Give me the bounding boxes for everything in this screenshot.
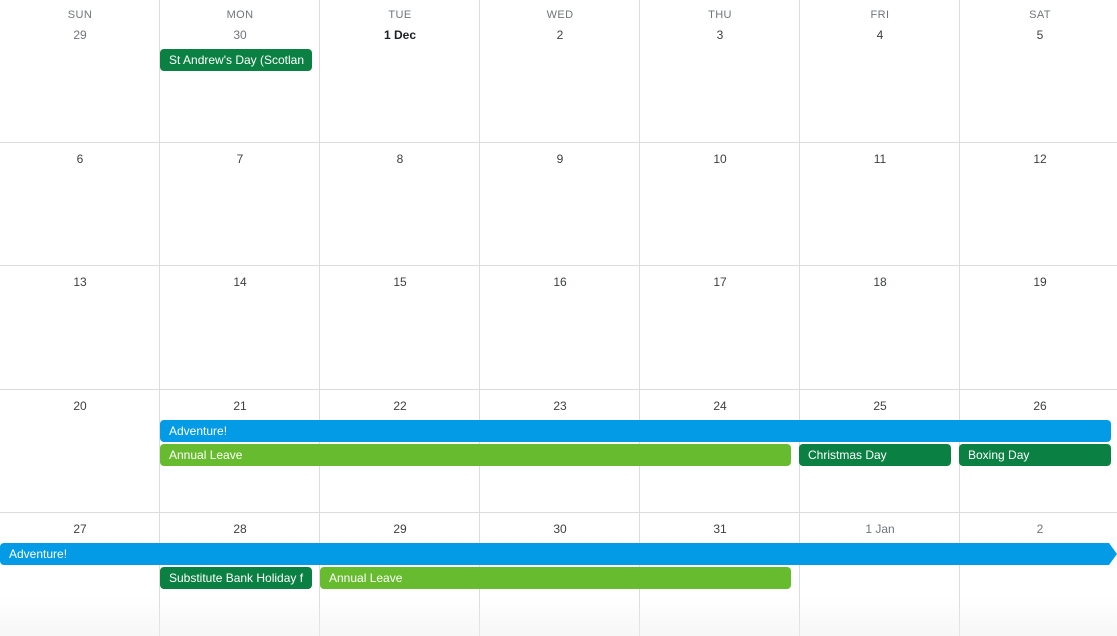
day-cell-date[interactable]: 21 xyxy=(160,398,320,414)
day-cell-date[interactable]: 9 xyxy=(480,151,640,167)
event-chip-st-andrews-day[interactable]: St Andrew's Day (Scotlan xyxy=(160,49,312,71)
weekday-header-sun: SUN xyxy=(67,9,93,21)
day-cell-date[interactable]: 11 xyxy=(800,151,960,167)
grid-row-divider xyxy=(0,265,1117,266)
day-cell-date[interactable]: 25 xyxy=(800,398,960,414)
day-cell-date[interactable]: 24 xyxy=(640,398,800,414)
day-cell-date[interactable]: 27 xyxy=(0,521,160,537)
event-chip-annual-leave[interactable]: Annual Leave xyxy=(160,444,791,466)
day-cell-date[interactable]: 29 xyxy=(0,27,160,43)
day-cell-date[interactable]: 31 xyxy=(640,521,800,537)
day-cell-date[interactable]: 1 Jan xyxy=(800,521,960,537)
grid-column-divider xyxy=(799,0,800,636)
event-chip-boxing-day[interactable]: Boxing Day xyxy=(959,444,1111,466)
day-cell-date[interactable]: 19 xyxy=(960,274,1117,290)
weekday-header-sat: SAT xyxy=(1029,9,1051,21)
event-chip-christmas-day[interactable]: Christmas Day xyxy=(799,444,951,466)
day-cell-date[interactable]: 2 xyxy=(480,27,640,43)
grid-column-divider xyxy=(639,0,640,636)
event-chip-substitute-bank-holiday[interactable]: Substitute Bank Holiday f xyxy=(160,567,312,589)
day-cell-date[interactable]: 3 xyxy=(640,27,800,43)
day-cell-date[interactable]: 13 xyxy=(0,274,160,290)
day-cell-date[interactable]: 12 xyxy=(960,151,1117,167)
month-calendar-grid: SUN MON TUE WED THU FRI SAT 29 30 1 Dec … xyxy=(0,0,1117,636)
day-cell-date[interactable]: 1 Dec xyxy=(320,27,480,43)
day-cell-date[interactable]: 20 xyxy=(0,398,160,414)
day-cell-date[interactable]: 26 xyxy=(960,398,1117,414)
day-cell-date[interactable]: 29 xyxy=(320,521,480,537)
day-cell-date[interactable]: 15 xyxy=(320,274,480,290)
weekday-header-fri: FRI xyxy=(870,9,890,21)
weekday-header-wed: WED xyxy=(546,9,574,21)
grid-row-divider xyxy=(0,142,1117,143)
weekday-header-thu: THU xyxy=(708,9,732,21)
grid-row-divider xyxy=(0,512,1117,513)
day-cell-date[interactable]: 2 xyxy=(960,521,1117,537)
day-cell-date[interactable]: 22 xyxy=(320,398,480,414)
day-cell-date[interactable]: 16 xyxy=(480,274,640,290)
event-chip-adventure[interactable]: Adventure! xyxy=(160,420,1111,442)
day-cell-date[interactable]: 4 xyxy=(800,27,960,43)
grid-column-divider xyxy=(319,0,320,636)
day-cell-date[interactable]: 10 xyxy=(640,151,800,167)
grid-column-divider xyxy=(479,0,480,636)
day-cell-date[interactable]: 17 xyxy=(640,274,800,290)
bottom-scroll-fade xyxy=(0,596,1117,636)
day-cell-date[interactable]: 28 xyxy=(160,521,320,537)
day-cell-date[interactable]: 23 xyxy=(480,398,640,414)
day-cell-date[interactable]: 8 xyxy=(320,151,480,167)
day-cell-date[interactable]: 14 xyxy=(160,274,320,290)
weekday-header-mon: MON xyxy=(226,9,254,21)
day-cell-date[interactable]: 5 xyxy=(960,27,1117,43)
grid-column-divider xyxy=(159,0,160,636)
day-cell-date[interactable]: 7 xyxy=(160,151,320,167)
event-chip-annual-leave-2[interactable]: Annual Leave xyxy=(320,567,791,589)
day-cell-date[interactable]: 30 xyxy=(480,521,640,537)
event-chip-adventure-continues[interactable]: Adventure! xyxy=(0,543,1117,565)
grid-row-divider xyxy=(0,389,1117,390)
day-cell-date[interactable]: 30 xyxy=(160,27,320,43)
day-cell-date[interactable]: 6 xyxy=(0,151,160,167)
grid-column-divider xyxy=(959,0,960,636)
day-cell-date[interactable]: 18 xyxy=(800,274,960,290)
weekday-header-tue: TUE xyxy=(388,9,412,21)
